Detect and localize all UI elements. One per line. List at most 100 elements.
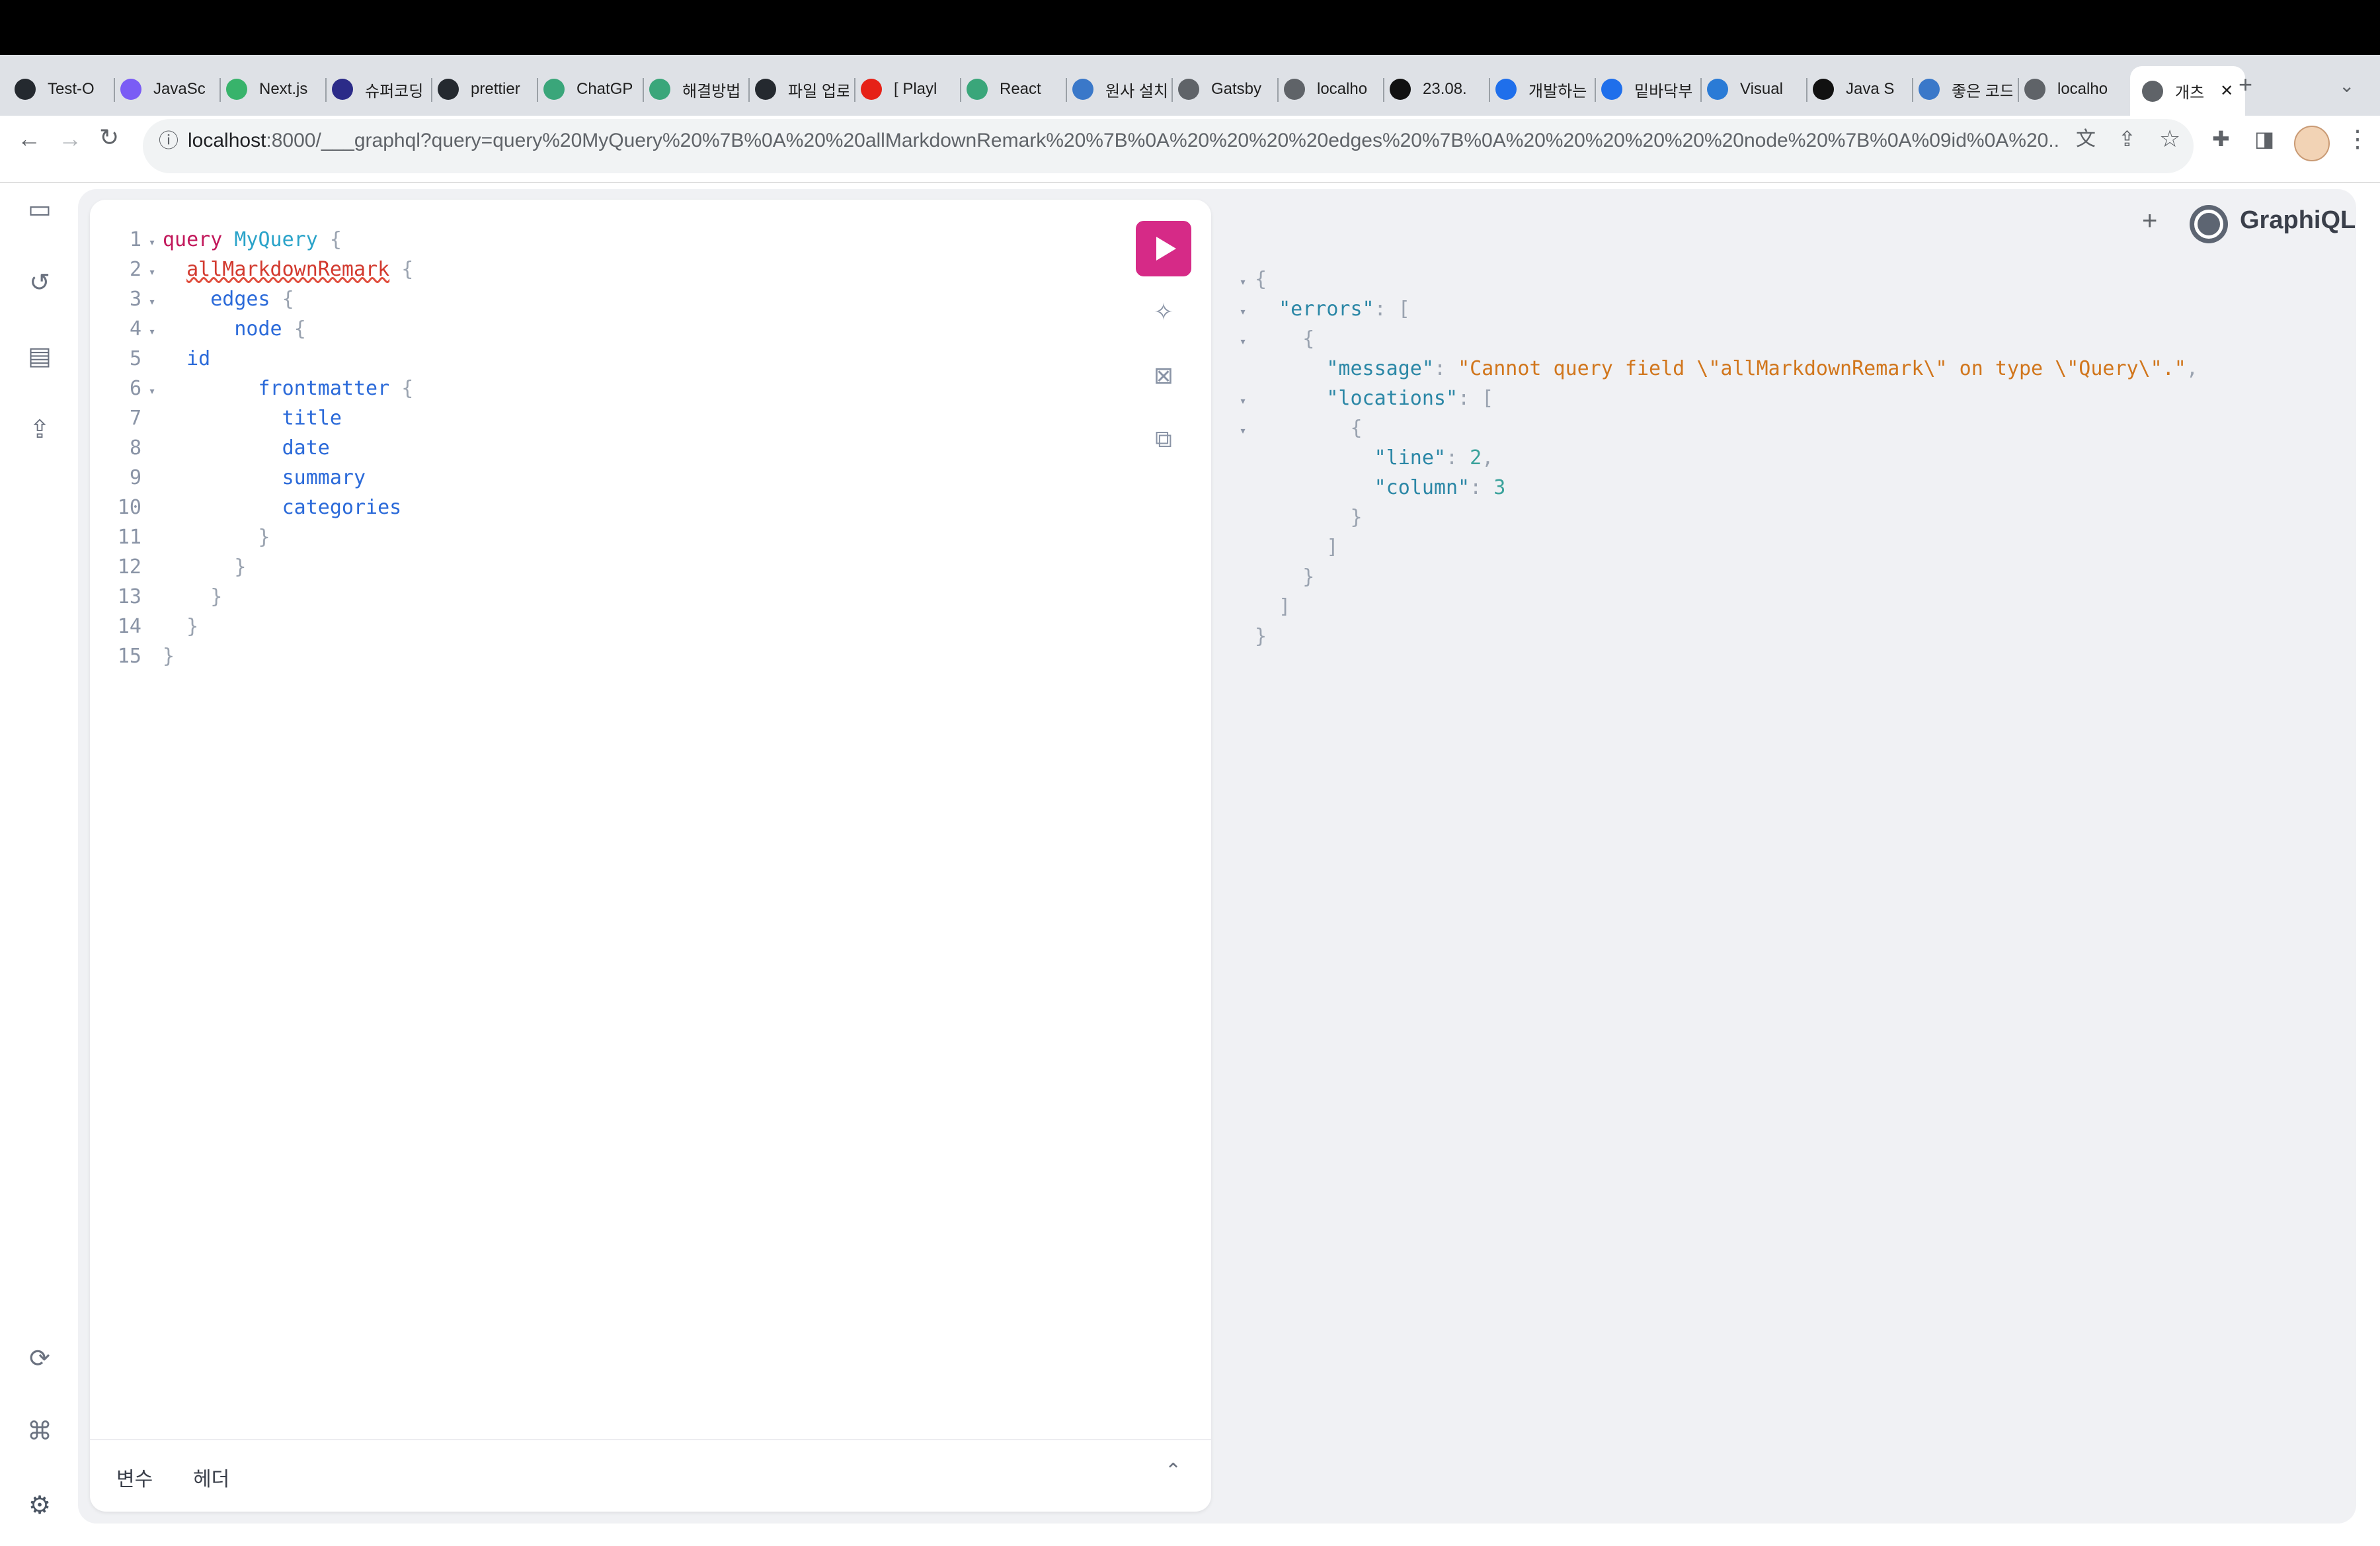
error-field: allMarkdownRemark [186,258,390,281]
play-icon [1156,237,1176,261]
close-tab-icon[interactable]: ✕ [2220,81,2233,101]
tab-label: 원사 설치 [1105,82,1166,101]
tab-separator [643,78,644,102]
browser-tab[interactable]: Test-O [15,69,95,110]
tab-separator [219,78,221,102]
url-text[interactable]: localhost:8000/___graphql?query=query%20… [188,130,2059,152]
add-tab-button[interactable]: + [2142,206,2157,236]
browser-tab[interactable]: localho [1284,69,1367,110]
share-icon[interactable]: ⇪ [2118,128,2136,149]
screen-top-bar [0,0,2380,55]
vite-icon [120,79,141,100]
tab-label: 밑바닥부 [1634,82,1693,101]
tab-label: 슈퍼코딩 [365,82,424,101]
v-icon [226,79,247,100]
browser-tab[interactable]: 해결방법 [649,69,740,110]
tab-separator [854,78,855,102]
prettify-icon[interactable]: ✧ [1148,296,1179,328]
github-icon [15,79,36,100]
browser-tab[interactable]: [ Playl [861,69,937,110]
tab-label: Visual [1740,80,1783,98]
chatgpt-icon [649,79,670,100]
tab-separator [1489,78,1490,102]
error-message-value: "Cannot query field \"allMarkdownRemark\… [1458,357,2186,380]
docs-icon[interactable]: ▭ [24,193,56,225]
menu-dots-icon[interactable]: ⋮ [2346,127,2369,151]
tab-separator [114,78,115,102]
extensions-icon[interactable]: ✚ [2212,128,2230,149]
browser-tab[interactable]: Visual [1707,69,1783,110]
tab-separator [1066,78,1067,102]
tab-label: localho [2057,80,2108,98]
browser-tab[interactable]: 밑바닥부 [1601,69,1692,110]
back-icon[interactable]: ← [17,127,41,151]
editor-tools-bar [90,1439,1211,1513]
tab-separator [1595,78,1596,102]
browser-tab[interactable]: 슈퍼코딩 [332,69,423,110]
tab-search-icon[interactable]: ⌄ [2339,77,2354,95]
tab-separator [1912,78,1913,102]
graphiql-logo-icon [2190,205,2228,243]
forward-icon[interactable]: → [58,127,82,151]
browser-tab[interactable]: JavaSc [120,69,206,110]
browser-tab[interactable]: 개발하는 [1495,69,1587,110]
github-icon [438,79,459,100]
browser-tab[interactable]: Next.js [226,69,307,110]
profile-avatar[interactable] [2294,126,2330,161]
browser-tab[interactable]: 개츠 ✕ [2130,66,2246,116]
tab-label: React [1000,80,1041,98]
browser-tab[interactable]: Gatsby [1178,69,1261,110]
globe-icon [2024,79,2045,100]
side-panel-icon[interactable]: ◨ [2254,128,2274,149]
merge-fragments-icon[interactable]: ⊠ [1148,360,1179,391]
person-icon [1072,79,1093,100]
chatgpt-icon [543,79,565,100]
tab-label: Test-O [48,80,95,98]
refetch-schema-icon[interactable]: ⟳ [24,1342,56,1374]
history-icon[interactable]: ↺ [24,266,56,298]
browser-tab[interactable]: 파일 업로 [755,69,849,110]
globe-icon [1178,79,1199,100]
tab-separator [1277,78,1279,102]
browser-tab[interactable]: Java S [1813,69,1894,110]
browser-tab[interactable]: React [967,69,1041,110]
settings-gear-icon[interactable]: ⚙ [24,1489,56,1521]
expand-chevron-icon[interactable]: ⌃ [1165,1461,1181,1481]
site-info-icon[interactable]: ⓘ [159,132,178,151]
copy-query-icon[interactable]: ⧉ [1148,423,1179,455]
browser-tab[interactable]: ChatGP [543,69,633,110]
reload-icon[interactable]: ↻ [99,126,119,149]
explorer-folder-icon[interactable]: ▤ [24,340,56,372]
tab-label: 23.08. [1423,80,1467,98]
variables-tab[interactable]: 변수 [116,1463,153,1492]
tab-separator [1700,78,1702,102]
browser-tab[interactable]: 23.08. [1390,69,1467,110]
wordpress-icon [1919,79,1940,100]
tab-label: 해결방법 [682,82,741,101]
bookmark-star-icon[interactable]: ☆ [2159,127,2180,151]
headers-tab[interactable]: 헤더 [193,1463,229,1492]
browser-tab[interactable]: 원사 설치 [1072,69,1166,110]
browser-tab[interactable]: 좋은 코드 [1919,69,2012,110]
query-code[interactable]: 1 ▾ query MyQuery { 2 ▾ allMarkdownRemark {… [108,225,413,671]
diamond-icon [332,79,353,100]
y-icon [1601,79,1622,100]
tab-separator [431,78,432,102]
tab-label: [ Playl [894,80,937,98]
browser-tab[interactable]: localho [2024,69,2108,110]
execute-query-button[interactable] [1136,221,1191,276]
tab-label: 파일 업로 [788,82,849,101]
tab-label: localho [1317,80,1368,98]
vscode-icon [1707,79,1728,100]
new-tab-button[interactable]: + [2239,73,2252,97]
tab-separator [537,78,538,102]
translate-icon[interactable]: 文 [2076,130,2096,149]
shortcuts-icon[interactable]: ⌘ [24,1415,56,1447]
tab-separator [1383,78,1384,102]
github-icon [755,79,776,100]
tab-label: JavaSc [153,80,206,98]
tab-separator [960,78,961,102]
medium-icon [1813,79,1834,100]
browser-tab[interactable]: prettier [438,69,520,110]
export-icon[interactable]: ⇪ [24,413,56,445]
